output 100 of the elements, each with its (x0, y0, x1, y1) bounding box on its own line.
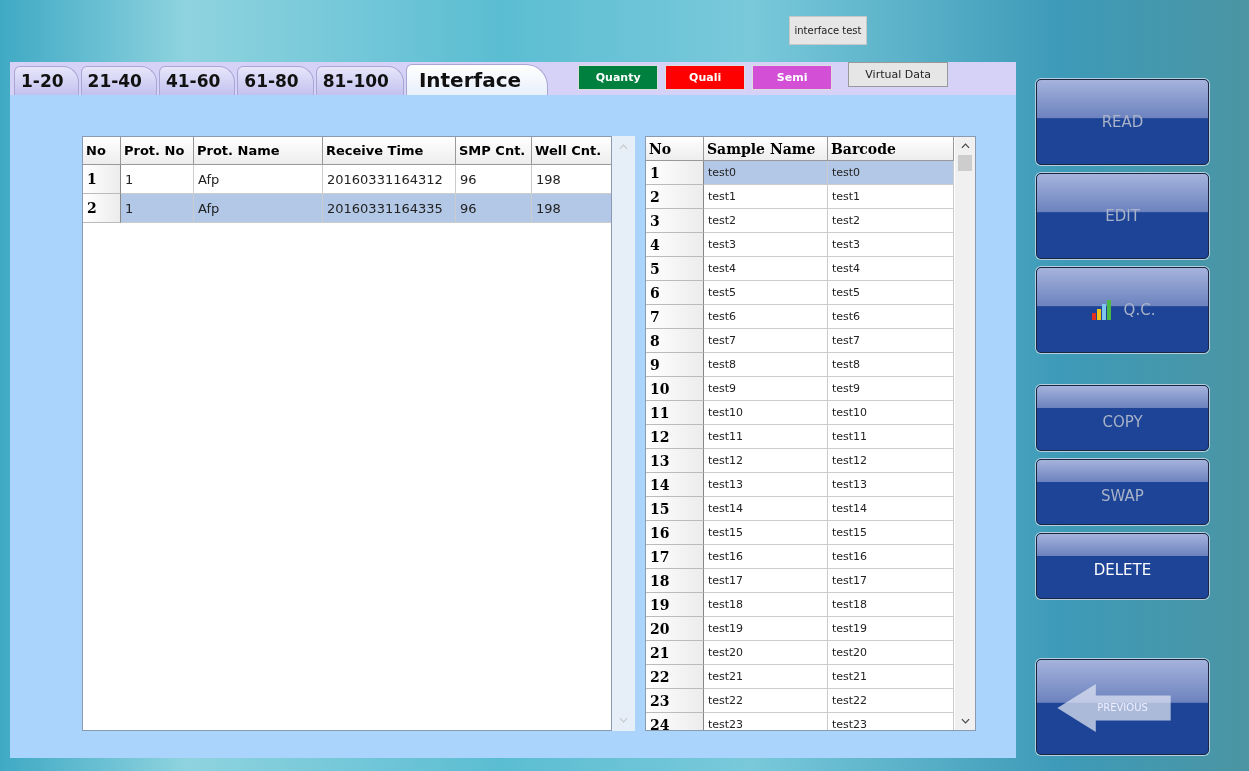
table-cell: test10 (828, 401, 954, 425)
scroll-up-icon[interactable] (960, 143, 970, 149)
row-header[interactable]: 11 (646, 401, 704, 425)
table-cell: test8 (828, 353, 954, 377)
table-cell: test2 (828, 209, 954, 233)
table-cell: test7 (828, 329, 954, 353)
row-header[interactable]: 22 (646, 665, 704, 689)
row-header[interactable]: 23 (646, 689, 704, 713)
table-cell: test18 (704, 593, 828, 617)
row-header[interactable]: 2 (646, 185, 704, 209)
column-header[interactable]: Sample Name (704, 137, 828, 161)
row-header[interactable]: 20 (646, 617, 704, 641)
table-cell: test13 (828, 473, 954, 497)
mode-button[interactable]: Semi (752, 65, 833, 90)
table-cell: test22 (704, 689, 828, 713)
tab[interactable]: 41-60 (158, 66, 236, 95)
column-header[interactable]: Prot. Name (194, 137, 323, 165)
column-header[interactable]: No (83, 137, 121, 165)
bar-chart-icon (1089, 298, 1114, 322)
row-header[interactable]: 7 (646, 305, 704, 329)
table-cell: test7 (704, 329, 828, 353)
row-header[interactable]: 5 (646, 257, 704, 281)
table-cell: test0 (828, 161, 954, 185)
table-cell: test2 (704, 209, 828, 233)
table-cell: test11 (704, 425, 828, 449)
virtual-data-button[interactable]: Virtual Data (848, 62, 949, 87)
table-cell: test3 (704, 233, 828, 257)
row-header[interactable]: 8 (646, 329, 704, 353)
side-button[interactable]: DELETE (1036, 533, 1209, 599)
row-header[interactable]: 4 (646, 233, 704, 257)
mode-button[interactable]: Quali (665, 65, 746, 90)
row-header[interactable]: 18 (646, 569, 704, 593)
row-header[interactable]: 21 (646, 641, 704, 665)
table-cell: test13 (704, 473, 828, 497)
table-cell: test17 (828, 569, 954, 593)
table-cell: test19 (828, 617, 954, 641)
row-header[interactable]: 17 (646, 545, 704, 569)
left-arrow-icon (1057, 684, 1173, 732)
tab[interactable]: 61-80 (237, 66, 314, 95)
table-cell: test0 (704, 161, 828, 185)
column-header[interactable]: SMP Cnt. (456, 137, 532, 165)
scroll-thumb[interactable] (958, 155, 972, 171)
table-cell: test10 (704, 401, 828, 425)
table-cell: test11 (828, 425, 954, 449)
column-header[interactable]: Barcode (828, 137, 954, 161)
tab[interactable]: 1-20 (14, 66, 79, 95)
table-cell: test5 (704, 281, 828, 305)
table-cell: test9 (704, 377, 828, 401)
row-header[interactable]: 9 (646, 353, 704, 377)
mode-button[interactable]: Quanty (578, 65, 659, 90)
table-cell: test9 (828, 377, 954, 401)
table-cell: test20 (704, 641, 828, 665)
table-cell: test15 (828, 521, 954, 545)
tab[interactable]: Interface (405, 64, 549, 95)
table-cell: test8 (704, 353, 828, 377)
row-header[interactable]: 1 (83, 165, 121, 194)
column-header[interactable]: No (646, 137, 704, 161)
row-header[interactable]: 19 (646, 593, 704, 617)
tab[interactable]: 21-40 (80, 66, 157, 95)
row-header[interactable]: 15 (646, 497, 704, 521)
scrollbar[interactable] (955, 137, 975, 730)
table-cell: test21 (704, 665, 828, 689)
table-cell: test17 (704, 569, 828, 593)
row-header[interactable]: 3 (646, 209, 704, 233)
table-cell: 1 (121, 194, 194, 223)
tab[interactable]: 81-100 (315, 66, 404, 95)
column-header[interactable]: Receive Time (323, 137, 456, 165)
row-header[interactable]: 12 (646, 425, 704, 449)
table-cell: test4 (704, 257, 828, 281)
row-header[interactable]: 10 (646, 377, 704, 401)
table-cell: Afp (194, 194, 323, 223)
row-header[interactable]: 6 (646, 281, 704, 305)
table-cell: test12 (704, 449, 828, 473)
table-cell: test12 (828, 449, 954, 473)
table-cell: test1 (704, 185, 828, 209)
table-cell: test1 (828, 185, 954, 209)
row-header[interactable]: 14 (646, 473, 704, 497)
table-cell: 20160331164335 (323, 194, 456, 223)
table-cell: test18 (828, 593, 954, 617)
row-header[interactable]: 2 (83, 194, 121, 223)
row-header[interactable]: 1 (646, 161, 704, 185)
table-cell: test15 (704, 521, 828, 545)
table-cell: 198 (532, 194, 611, 223)
table-cell: test20 (828, 641, 954, 665)
scroll-down-icon[interactable] (960, 718, 970, 724)
table-cell: test4 (828, 257, 954, 281)
table-cell: test3 (828, 233, 954, 257)
table-cell: test22 (828, 689, 954, 713)
row-header[interactable]: 16 (646, 521, 704, 545)
table-cell: test16 (828, 545, 954, 569)
column-header[interactable]: Prot. No (121, 137, 194, 165)
table-cell: test23 (704, 713, 828, 730)
table-cell: test16 (704, 545, 828, 569)
table-cell: 96 (456, 194, 532, 223)
table-cell: test19 (704, 617, 828, 641)
table-cell: test21 (828, 665, 954, 689)
interface-test-button[interactable]: interface test (789, 16, 867, 45)
table-cell: test6 (704, 305, 828, 329)
row-header[interactable]: 13 (646, 449, 704, 473)
table-cell: test14 (704, 497, 828, 521)
